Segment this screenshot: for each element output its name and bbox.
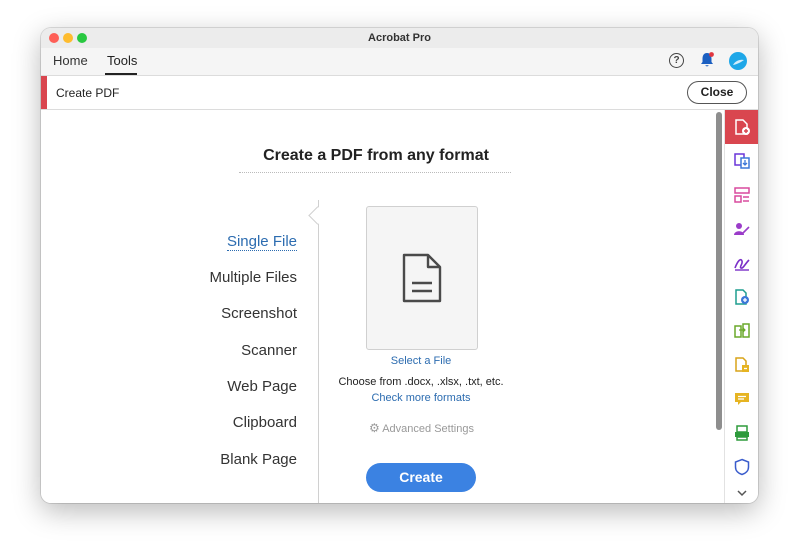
title-underline	[239, 172, 511, 173]
selection-pointer	[308, 206, 327, 225]
option-single-file[interactable]: Single File	[226, 233, 297, 251]
option-scanner[interactable]: Scanner	[241, 342, 297, 359]
tab-home[interactable]: Home	[53, 53, 88, 68]
scrollbar-thumb[interactable]	[716, 112, 722, 430]
tools-right-panel	[724, 110, 758, 503]
option-web-page[interactable]: Web Page	[227, 378, 297, 395]
check-more-formats-link[interactable]: Check more formats	[336, 392, 506, 404]
protect-icon[interactable]	[725, 450, 758, 484]
option-clipboard[interactable]: Clipboard	[233, 414, 297, 431]
advanced-settings-label: Advanced Settings	[382, 423, 474, 435]
create-pdf-panel: Create a PDF from any format Single File…	[41, 110, 716, 503]
create-pdf-icon[interactable]	[725, 110, 758, 144]
organize-pages-icon[interactable]	[725, 178, 758, 212]
gear-icon: ⚙	[369, 421, 380, 435]
compare-files-icon[interactable]	[725, 314, 758, 348]
notifications-bell-icon[interactable]	[699, 51, 715, 69]
edit-pdf-icon[interactable]	[725, 280, 758, 314]
option-screenshot[interactable]: Screenshot	[221, 305, 297, 322]
request-signatures-icon[interactable]	[725, 212, 758, 246]
option-blank-page[interactable]: Blank Page	[220, 451, 297, 468]
option-multiple-files[interactable]: Multiple Files	[209, 269, 297, 286]
options-divider	[318, 200, 319, 503]
advanced-settings-link[interactable]: ⚙ Advanced Settings	[369, 421, 474, 435]
tool-name: Create PDF	[56, 86, 120, 100]
tool-header: Create PDF Close	[41, 76, 758, 110]
chevron-down-icon[interactable]	[736, 488, 748, 498]
title-bar: Acrobat Pro	[41, 28, 758, 48]
document-icon	[402, 253, 442, 303]
profile-avatar[interactable]	[729, 52, 747, 70]
app-window: Acrobat Pro Home Tools ? Create PDF Clos…	[41, 28, 758, 503]
tab-tools[interactable]: Tools	[107, 53, 137, 68]
scan-ocr-icon[interactable]	[725, 416, 758, 450]
active-tab-indicator	[105, 73, 137, 75]
top-tab-bar: Home Tools ?	[41, 48, 758, 76]
supported-formats-text: Choose from .docx, .xlsx, .txt, etc.	[338, 376, 504, 388]
export-pdf-icon[interactable]	[725, 144, 758, 178]
help-icon[interactable]: ?	[669, 53, 684, 68]
file-drop-zone[interactable]	[366, 206, 478, 350]
page-title: Create a PDF from any format	[263, 147, 489, 164]
tool-color-bar	[41, 76, 47, 109]
select-file-link[interactable]: Select a File	[336, 355, 506, 367]
comment-icon[interactable]	[725, 382, 758, 416]
window-title: Acrobat Pro	[368, 32, 431, 44]
fill-sign-icon[interactable]	[725, 246, 758, 280]
combine-files-icon[interactable]	[725, 348, 758, 382]
close-tool-button[interactable]: Close	[687, 81, 747, 104]
create-button[interactable]: Create	[366, 463, 476, 492]
